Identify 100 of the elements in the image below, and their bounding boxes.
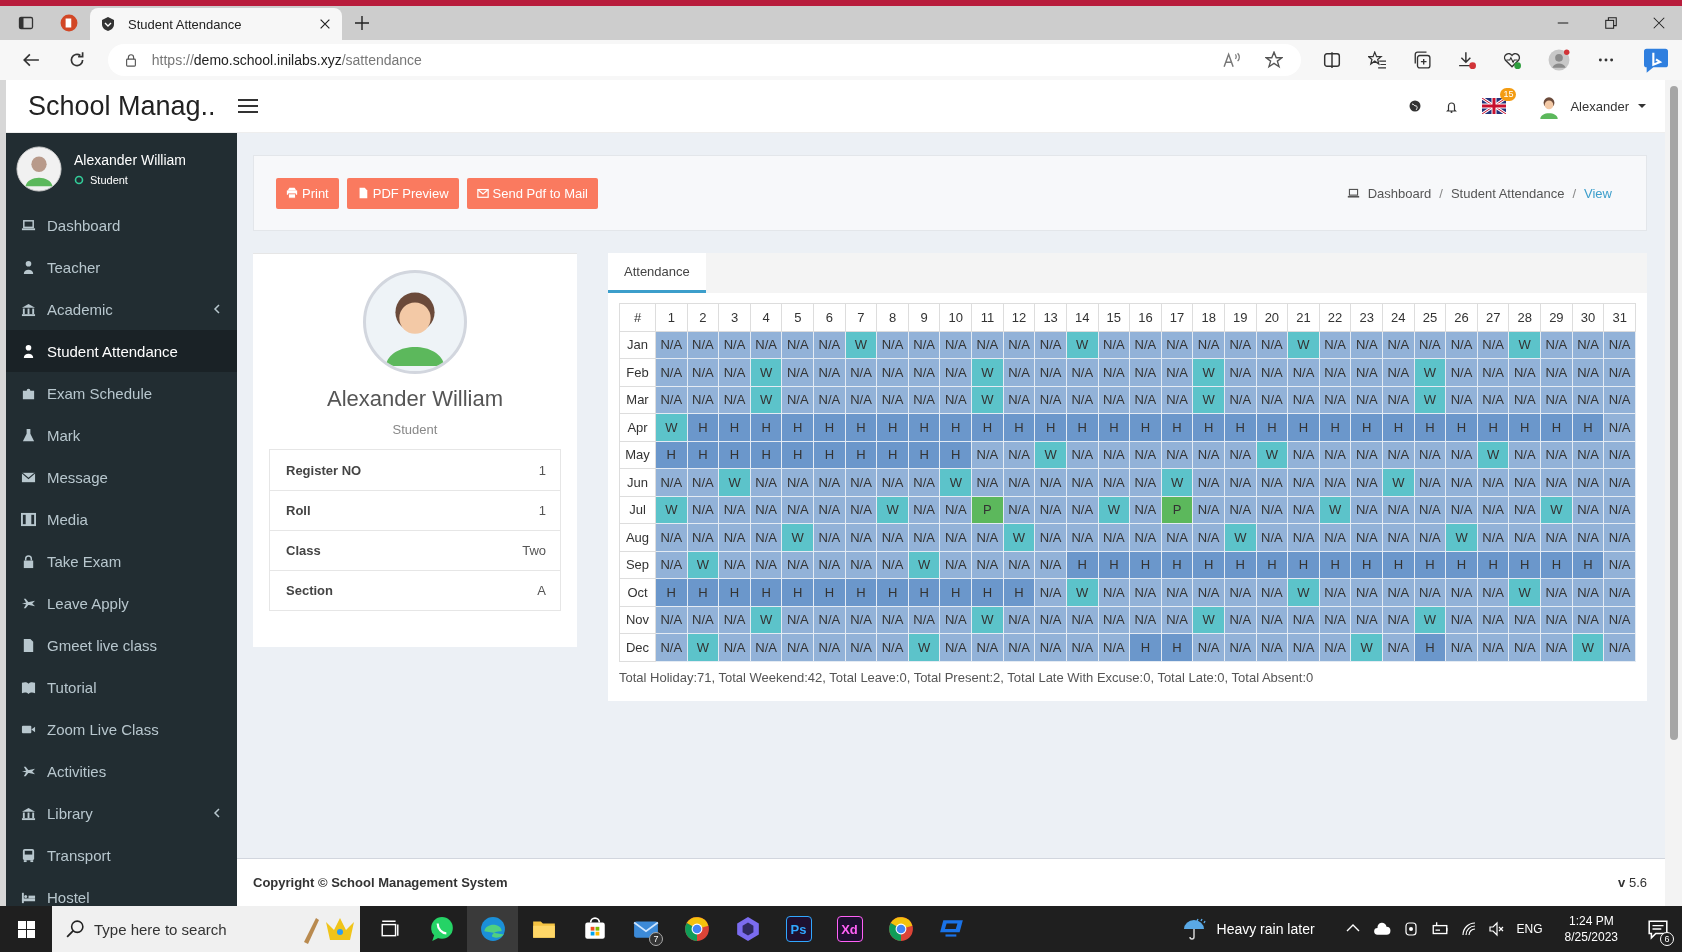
sidebar-item[interactable]: Hostel bbox=[6, 876, 237, 906]
user-menu[interactable]: Alexander bbox=[1530, 92, 1653, 120]
building-icon bbox=[21, 301, 36, 317]
envelope-icon bbox=[476, 187, 489, 199]
column-header: 16 bbox=[1129, 303, 1162, 331]
wifi-icon[interactable] bbox=[1460, 921, 1477, 937]
column-header: 4 bbox=[750, 303, 782, 331]
user-role: Student bbox=[90, 173, 128, 186]
bus-icon bbox=[21, 847, 36, 863]
muted-speaker-icon[interactable] bbox=[1488, 921, 1505, 937]
chat-bubble-icon[interactable] bbox=[428, 916, 455, 942]
column-header: 15 bbox=[1098, 303, 1130, 331]
sidebar-item[interactable]: Zoom Live Class bbox=[6, 708, 237, 750]
clock-date[interactable]: 8/25/2023 bbox=[1564, 930, 1618, 944]
row-header: Feb bbox=[619, 358, 656, 386]
reload-icon[interactable] bbox=[68, 51, 86, 69]
slides-app-icon[interactable] bbox=[60, 14, 78, 32]
envelope-icon bbox=[21, 469, 36, 485]
column-header: 25 bbox=[1414, 303, 1446, 331]
count-badge: 7 bbox=[649, 932, 663, 946]
address-field[interactable]: https://demo.school.inilabs.xyz/sattendance bbox=[107, 44, 1301, 76]
taskbar-button[interactable]: 7 bbox=[620, 906, 671, 952]
sidebar-item[interactable]: Transport bbox=[6, 834, 237, 876]
windows-icon[interactable] bbox=[16, 919, 36, 939]
attendance-summary: Total Holiday:71, Total Weekend:42, Total Leave:0, Total Present:2, Total Late With Excuse:0, Total Late:0, Total Absent:0 bbox=[618, 668, 1315, 685]
close-icon[interactable] bbox=[318, 17, 332, 31]
collections-icon[interactable] bbox=[1413, 51, 1431, 69]
weather-text[interactable]: Heavy rain later bbox=[1216, 921, 1315, 937]
sidebar-item[interactable]: Teacher bbox=[6, 246, 237, 288]
sidebar-item[interactable]: Student Attendance bbox=[6, 330, 237, 372]
cloud-icon[interactable] bbox=[1372, 920, 1391, 938]
language-indicator[interactable]: ENG bbox=[1516, 922, 1543, 936]
user-name: Alexander William bbox=[74, 151, 187, 168]
download-icon[interactable] bbox=[1458, 51, 1476, 69]
sidebar-item[interactable]: Dashboard bbox=[6, 204, 237, 246]
clock-time[interactable]: 1:24 PM bbox=[1568, 914, 1614, 928]
taskbar-button[interactable]: Ps bbox=[773, 906, 824, 952]
sidebar-item[interactable]: Leave Apply bbox=[6, 582, 237, 624]
column-header: 9 bbox=[908, 303, 940, 331]
sidebar-item[interactable]: Message bbox=[6, 456, 237, 498]
notification-icon[interactable] bbox=[1647, 918, 1669, 940]
star-icon[interactable] bbox=[1265, 51, 1283, 69]
field-label: Section bbox=[286, 583, 333, 598]
globe-icon[interactable] bbox=[1409, 100, 1422, 112]
sidebar-item[interactable]: Media bbox=[6, 498, 237, 540]
flag-icon[interactable] bbox=[1482, 98, 1507, 114]
panel-tab[interactable]: Attendance bbox=[608, 253, 706, 293]
plus-icon[interactable] bbox=[354, 15, 370, 31]
hexagon-icon[interactable] bbox=[734, 916, 761, 942]
breadcrumb-link[interactable]: Dashboard bbox=[1367, 185, 1432, 201]
column-header: 21 bbox=[1287, 303, 1320, 331]
read-aloud-icon[interactable] bbox=[1223, 51, 1241, 69]
sidebar-item[interactable]: Gmeet live class bbox=[6, 624, 237, 666]
close-icon[interactable] bbox=[1652, 16, 1666, 30]
split-screen-icon[interactable] bbox=[1323, 51, 1341, 69]
row-header: Dec bbox=[619, 633, 656, 661]
lock-icon bbox=[21, 553, 36, 569]
column-header: 13 bbox=[1034, 303, 1067, 331]
row-header: Nov bbox=[619, 606, 656, 634]
taskbar-button[interactable] bbox=[467, 906, 518, 952]
favorites-icon[interactable] bbox=[1368, 51, 1386, 69]
swirl-icon[interactable] bbox=[479, 916, 506, 942]
version-text: v 5.6 bbox=[1618, 875, 1647, 890]
task-view-icon[interactable] bbox=[380, 919, 400, 939]
field-label: Roll bbox=[286, 503, 311, 518]
breadcrumb-link[interactable]: Student Attendance bbox=[1450, 185, 1565, 201]
column-header: 19 bbox=[1224, 303, 1257, 331]
sidebar-item[interactable]: Mark bbox=[6, 414, 237, 456]
round-logo-icon[interactable] bbox=[887, 916, 914, 942]
bell-icon[interactable] bbox=[1445, 99, 1459, 113]
app-tile: Ps bbox=[785, 916, 812, 942]
heart-pulse-icon[interactable] bbox=[1503, 51, 1521, 69]
column-header: 10 bbox=[940, 303, 972, 331]
round-logo-icon[interactable] bbox=[683, 916, 710, 942]
menu-icon[interactable] bbox=[237, 97, 259, 115]
sidebar-item[interactable]: Tutorial bbox=[6, 666, 237, 708]
printer-icon bbox=[286, 187, 298, 199]
browser-tab[interactable]: Student Attendance bbox=[90, 8, 342, 40]
sidebar-item[interactable]: Library bbox=[6, 792, 237, 834]
search-field[interactable]: Type here to search bbox=[52, 906, 360, 952]
laptop-icon bbox=[21, 217, 36, 233]
sidebar-item[interactable]: Exam Schedule bbox=[6, 372, 237, 414]
building-icon bbox=[21, 805, 36, 821]
search-icon bbox=[66, 920, 84, 938]
sidebar-item[interactable]: Activities bbox=[6, 750, 237, 792]
field-label: Class bbox=[286, 543, 321, 558]
sidebar-item[interactable]: Academic bbox=[6, 288, 237, 330]
back-icon[interactable] bbox=[22, 51, 40, 69]
column-header: # bbox=[619, 303, 656, 331]
sidebar-icon[interactable] bbox=[18, 15, 34, 31]
column-header: 7 bbox=[845, 303, 877, 331]
field-value: 1 bbox=[538, 462, 546, 478]
taskbar-button[interactable]: Xd bbox=[824, 906, 875, 952]
camera-icon[interactable] bbox=[1402, 921, 1419, 937]
scrollbar[interactable] bbox=[1665, 80, 1682, 906]
profile-icon[interactable] bbox=[1548, 49, 1570, 71]
restore-icon[interactable] bbox=[1604, 16, 1618, 30]
laptop-icon bbox=[1346, 186, 1360, 200]
sidebar-item[interactable]: Take Exam bbox=[6, 540, 237, 582]
umbrella-icon[interactable] bbox=[1182, 917, 1207, 941]
